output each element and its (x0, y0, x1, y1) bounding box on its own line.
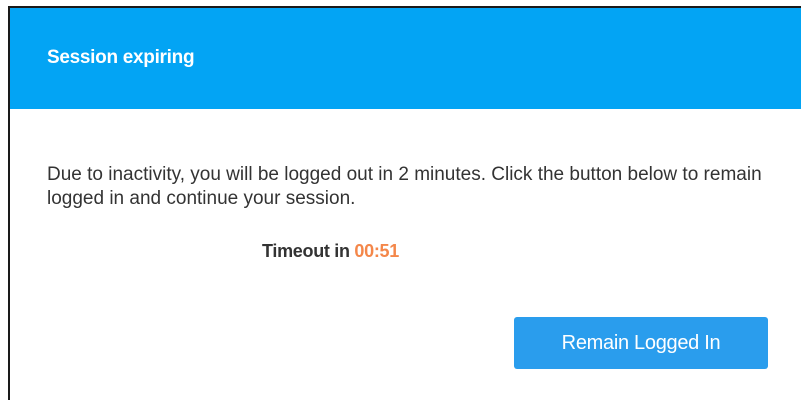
inactivity-message: Due to inactivity, you will be logged ou… (47, 164, 762, 209)
dialog-header: Session expiring (10, 8, 801, 109)
session-expiring-dialog: Session expiring Due to inactivity, you … (8, 6, 801, 400)
timeout-value: 00:51 (354, 241, 399, 261)
dialog-title: Session expiring (47, 47, 195, 68)
dialog-body: Due to inactivity, you will be logged ou… (10, 109, 801, 400)
timeout-label: Timeout in (262, 241, 355, 261)
timeout-countdown: Timeout in 00:51 (10, 241, 651, 262)
remain-logged-in-button[interactable]: Remain Logged In (514, 317, 768, 369)
